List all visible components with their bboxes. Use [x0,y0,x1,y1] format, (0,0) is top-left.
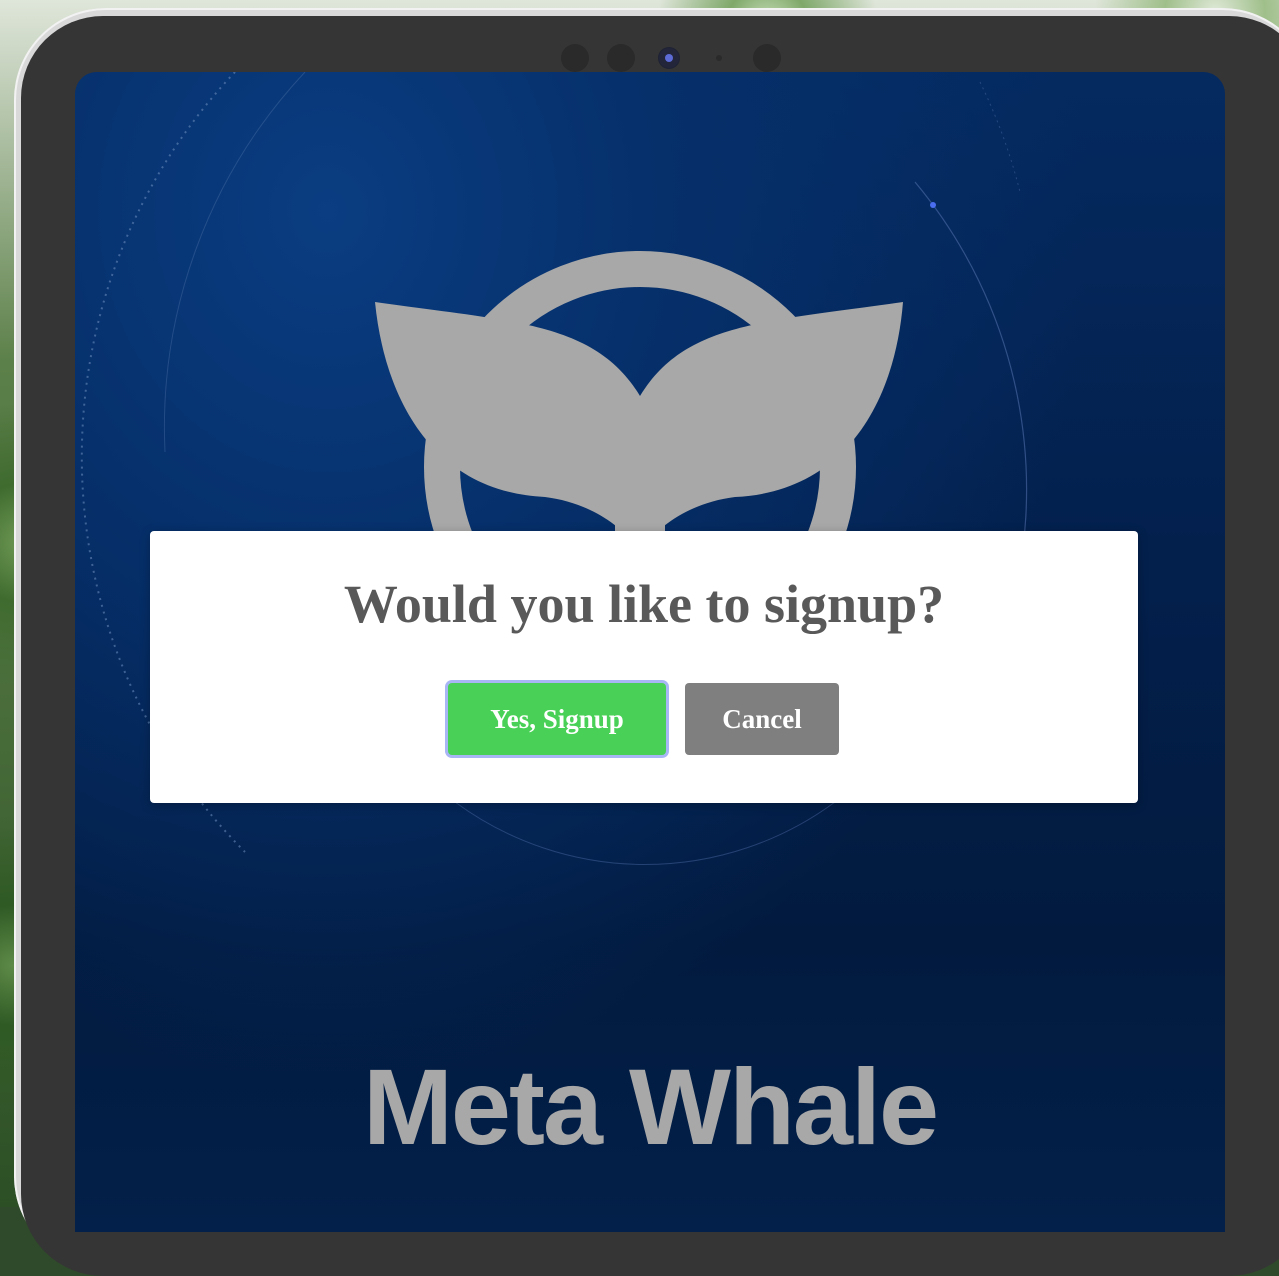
camera-bar [561,44,791,72]
sensor-icon [561,44,589,72]
indicator-dot-icon [716,55,722,61]
dialog-title: Would you like to signup? [343,574,945,634]
camera-lens-icon [659,48,679,68]
cancel-button[interactable]: Cancel [685,683,839,755]
dashed-orbit-right [979,81,1021,193]
thin-orbit [163,72,306,453]
sensor-icon [607,44,635,72]
brand-title: Meta Whale [362,1046,939,1167]
bottom-arc [454,801,836,866]
signup-confirm-button[interactable]: Yes, Signup [448,683,666,755]
signup-dialog: Would you like to signup? Yes, Signup Ca… [150,531,1138,803]
orbit-dot [930,202,936,208]
sensor-icon [753,44,781,72]
